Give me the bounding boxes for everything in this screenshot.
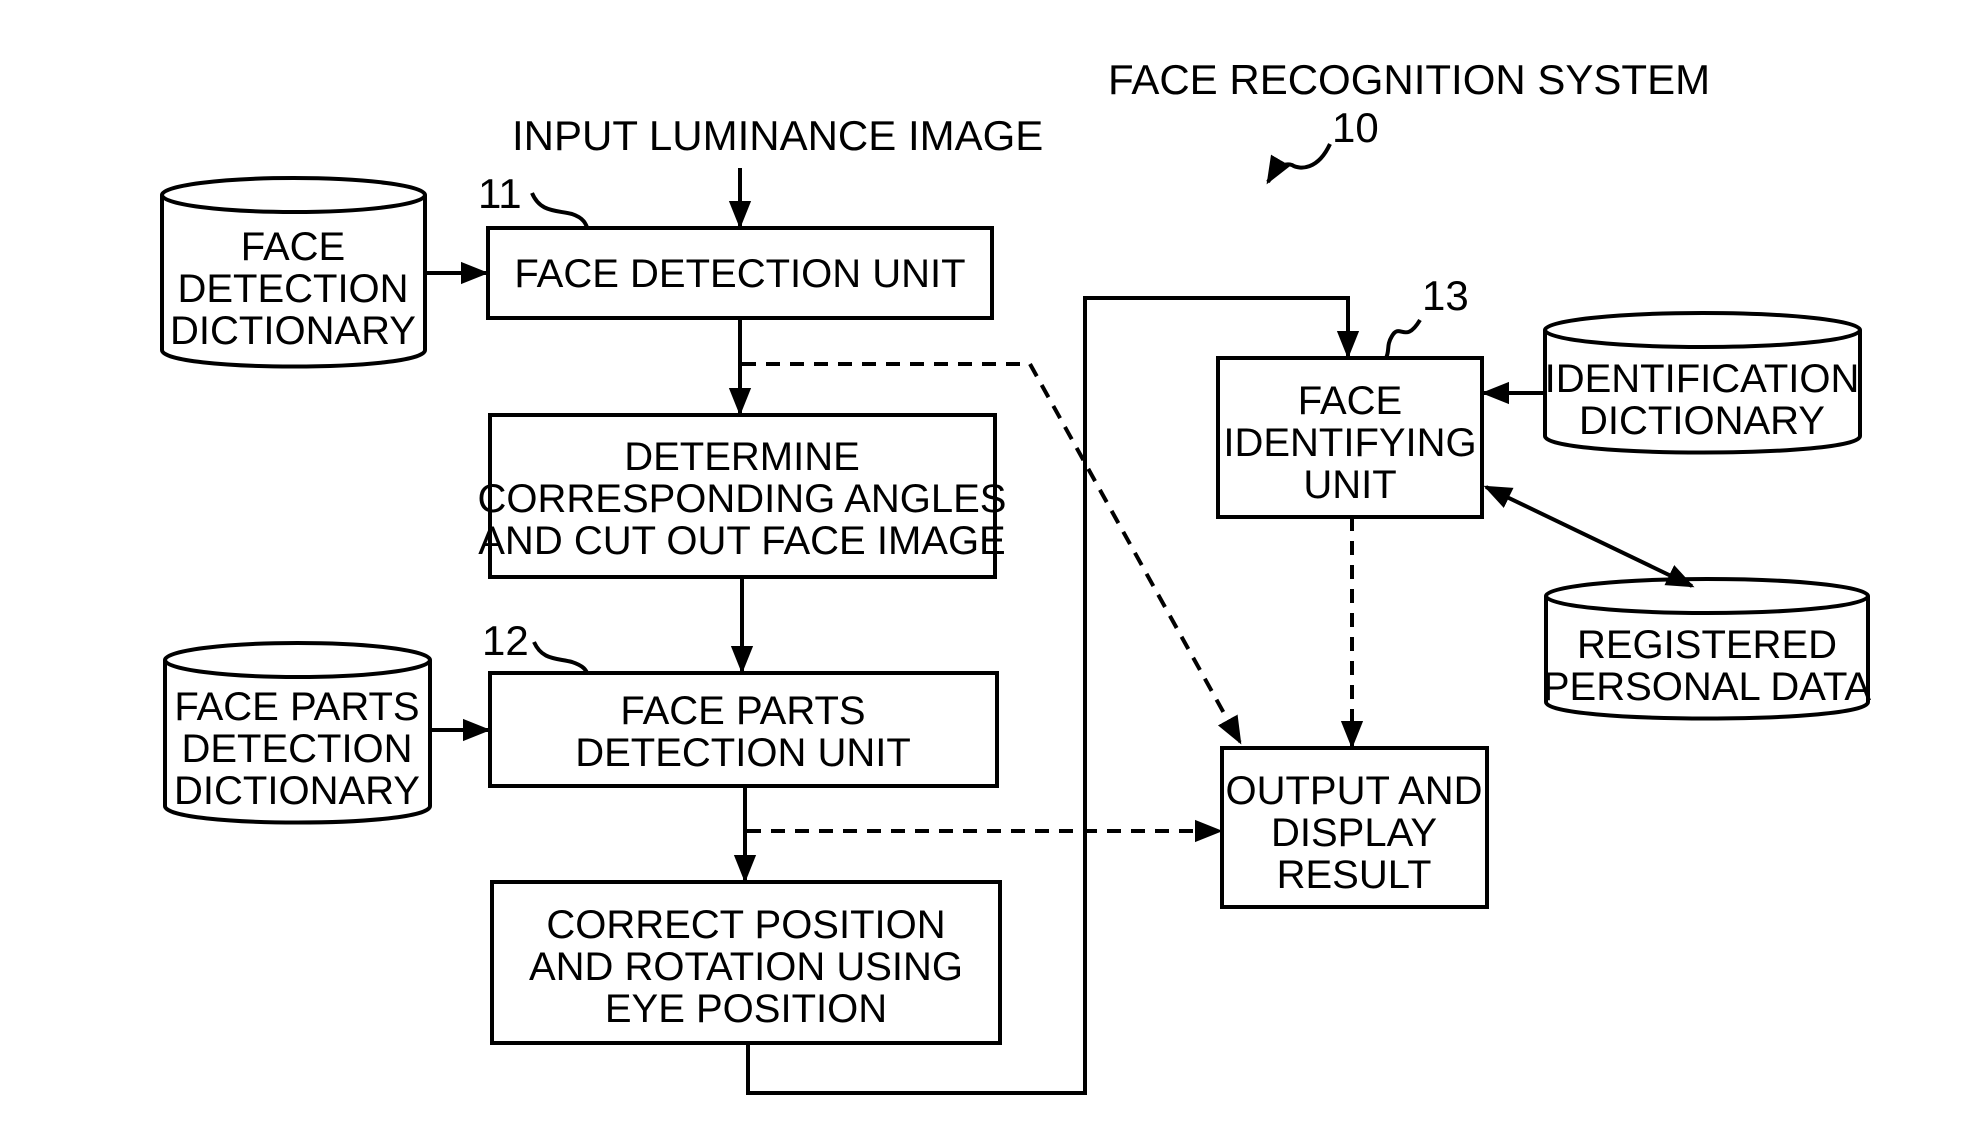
arrow-face-identifying-registered-data <box>1483 485 1695 588</box>
input-label: INPUT LUMINANCE IMAGE <box>512 112 1043 159</box>
block-label: DETECTION UNIT <box>575 731 911 775</box>
face-parts-detection-dictionary: FACE PARTS DETECTION DICTIONARY <box>163 641 432 825</box>
ref-12-leader <box>532 641 590 676</box>
block-label: AND ROTATION USING <box>529 945 963 989</box>
block-label: FACE DETECTION UNIT <box>514 252 965 296</box>
system-ref-leader <box>1266 143 1332 185</box>
ref-13: 13 <box>1422 272 1469 319</box>
face-recognition-diagram: FACE RECOGNITION SYSTEM 10 INPUT LUMINAN… <box>160 56 1872 1095</box>
ref-12: 12 <box>482 617 529 664</box>
identification-dictionary: IDENTIFICATION DICTIONARY <box>1543 311 1862 455</box>
db-line: DETECTION <box>177 267 408 311</box>
db-line: DETECTION <box>181 727 412 771</box>
face-detection-dictionary: FACE DETECTION DICTIONARY <box>160 176 427 369</box>
ref-13-leader <box>1384 318 1422 359</box>
face-detection-unit: FACE DETECTION UNIT <box>486 226 994 320</box>
db-line: FACE PARTS <box>174 685 419 729</box>
block-label: AND CUT OUT FACE IMAGE <box>478 519 1005 563</box>
face-identifying-unit: FACE IDENTIFYING UNIT <box>1216 356 1484 519</box>
block-label: FACE <box>1298 379 1402 423</box>
registered-personal-data: REGISTERED PERSONAL DATA <box>1543 577 1872 721</box>
db-line: DICTIONARY <box>170 309 416 353</box>
system-title: FACE RECOGNITION SYSTEM <box>1108 56 1710 103</box>
db-line: DICTIONARY <box>174 769 420 813</box>
system-ref-number: 10 <box>1332 104 1379 151</box>
db-line: REGISTERED <box>1577 623 1837 667</box>
face-parts-detection-unit: FACE PARTS DETECTION UNIT <box>488 671 999 788</box>
output-display-block: OUTPUT AND DISPLAY RESULT <box>1220 746 1489 909</box>
block-label: RESULT <box>1277 853 1432 897</box>
ref-11: 11 <box>478 170 522 217</box>
correct-position-block: CORRECT POSITION AND ROTATION USING EYE … <box>490 880 1002 1045</box>
block-label: DETERMINE <box>624 435 860 479</box>
db-line: PERSONAL DATA <box>1543 665 1872 709</box>
block-label: IDENTIFYING <box>1223 421 1476 465</box>
db-line: FACE <box>241 225 345 269</box>
determine-angles-block: DETERMINE CORRESPONDING ANGLES AND CUT O… <box>477 413 1007 579</box>
block-label: UNIT <box>1303 463 1396 507</box>
block-label: OUTPUT AND <box>1225 769 1482 813</box>
block-label: CORRECT POSITION <box>546 903 945 947</box>
db-line: DICTIONARY <box>1579 399 1825 443</box>
block-label: EYE POSITION <box>605 987 887 1031</box>
ref-11-leader <box>530 192 590 231</box>
block-label: DISPLAY <box>1271 811 1437 855</box>
block-label: FACE PARTS <box>620 689 865 733</box>
db-line: IDENTIFICATION <box>1545 357 1860 401</box>
block-label: CORRESPONDING ANGLES <box>477 477 1006 521</box>
